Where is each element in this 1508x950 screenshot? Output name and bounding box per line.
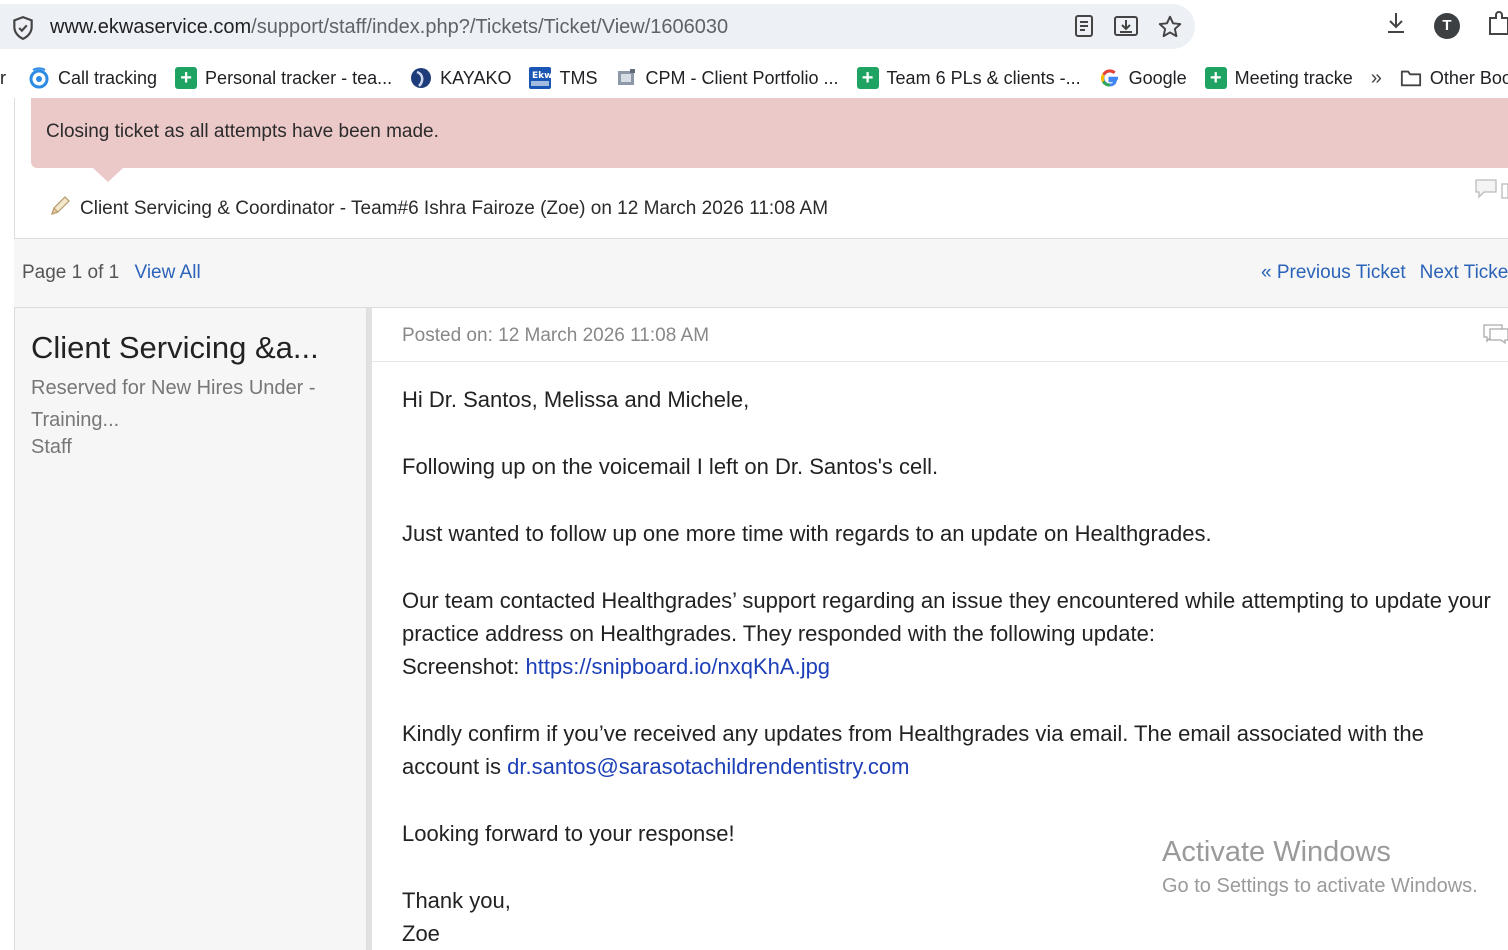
view-all-link[interactable]: View All (134, 262, 200, 283)
screenshot-label: Screenshot: (402, 654, 526, 679)
note-comment-icon[interactable] (1474, 179, 1508, 204)
browser-chrome: www.ekwaservice.com/support/staff/index.… (0, 0, 1508, 98)
bookmark-google[interactable]: Google (1099, 67, 1187, 89)
sheets-icon: + (1204, 67, 1227, 89)
post-author-type: Staff (31, 436, 72, 458)
other-bookmarks-folder[interactable]: Other Boo (1400, 67, 1508, 89)
note-text: Closing ticket as all attempts have been… (46, 121, 439, 142)
note-author-line: Client Servicing & Coordinator - Team#6 … (80, 198, 829, 219)
folder-icon (1400, 67, 1422, 89)
tms-icon: Ekw (529, 67, 552, 89)
watermark-subtitle: Go to Settings to activate Windows. (1162, 875, 1478, 897)
profile-avatar[interactable]: T (1434, 12, 1460, 39)
call-tracking-icon (28, 67, 50, 89)
bookmark-label: Team 6 PLs & clients -... (886, 67, 1081, 88)
bookmark-star-icon[interactable] (1157, 14, 1183, 45)
bookmark-label: CPM - Client Portfolio ... (645, 67, 839, 88)
note-left-border (14, 98, 15, 239)
bookmark-label: TMS (559, 67, 598, 88)
ticket-note: Closing ticket as all attempts have been… (31, 98, 1508, 168)
post-signature: Zoe (402, 921, 440, 946)
kayako-icon (410, 67, 432, 89)
bookmark-meeting-tracker[interactable]: + Meeting tracke (1204, 67, 1353, 89)
bookmark-team6[interactable]: + Team 6 PLs & clients -... (856, 67, 1081, 89)
url-path: /support/staff/index.php?/Tickets/Ticket… (251, 16, 729, 38)
ticket-pager: Page 1 of 1 View All « Previous Ticket Ne… (14, 239, 1508, 307)
next-ticket-link[interactable]: Next Ticke (1420, 262, 1508, 283)
url-host: www.ekwaservice.com (50, 16, 252, 38)
post-author-role: Reserved for New Hires Under - Training.… (31, 377, 316, 431)
note-meta: Client Servicing & Coordinator - Team#6 … (48, 194, 828, 224)
bookmark-clipped[interactable]: r (0, 68, 6, 89)
post-greeting: Hi Dr. Santos, Melissa and Michele, (402, 387, 750, 412)
other-bookmarks-label: Other Boo (1429, 67, 1508, 88)
post-paragraph: Our team contacted Healthgrades’ support… (402, 588, 1491, 646)
post-author-panel: Client Servicing &a... Reserved for New … (14, 308, 367, 950)
bookmark-label: Google (1128, 67, 1187, 88)
extensions-icon[interactable] (1486, 10, 1508, 41)
reader-mode-icon[interactable] (1073, 14, 1095, 45)
note-actions (1474, 178, 1508, 205)
google-icon (1099, 67, 1121, 89)
bookmark-personal-tracker[interactable]: + Personal tracker - tea... (175, 67, 392, 89)
email-link[interactable]: dr.santos@sarasotachildrendentistry.com (507, 754, 909, 779)
post-header-divider (372, 361, 1508, 362)
bookmark-cpm[interactable]: CPM - Client Portfolio ... (615, 67, 839, 89)
post-reply-icon[interactable] (1482, 322, 1508, 351)
bookmark-call-tracking[interactable]: Call tracking (28, 67, 157, 89)
screenshot-link[interactable]: https://snipboard.io/nxqKhA.jpg (526, 654, 831, 679)
address-bar[interactable]: www.ekwaservice.com/support/staff/index.… (0, 4, 1195, 49)
bookmarks-bar: r Call tracking + Personal tracker - tea… (0, 60, 1508, 96)
bookmark-tms[interactable]: Ekw TMS (529, 67, 597, 89)
sheets-icon: + (856, 67, 879, 89)
note-pencil-icon (48, 194, 72, 224)
previous-ticket-link[interactable]: « Previous Ticket (1261, 262, 1406, 283)
posted-on-date: Posted on: 12 March 2026 11:08 AM (402, 325, 710, 346)
url-text[interactable]: www.ekwaservice.com/support/staff/index.… (50, 16, 728, 39)
cpm-icon (615, 67, 637, 89)
watermark-title: Activate Windows (1162, 836, 1391, 868)
post-paragraph: Just wanted to follow up one more time w… (402, 521, 1212, 546)
page-indicator: Page 1 of 1 (22, 262, 120, 283)
downloads-icon[interactable] (1384, 10, 1408, 41)
bookmark-label: Personal tracker - tea... (205, 67, 393, 88)
bookmark-label: KAYAKO (440, 67, 512, 88)
site-security-icon[interactable] (10, 15, 36, 46)
bookmark-label: Call tracking (58, 67, 158, 88)
svg-text:Ekw: Ekw (532, 71, 551, 81)
install-app-icon[interactable] (1113, 14, 1139, 45)
post-author-name: Client Servicing &a... (31, 330, 319, 365)
post-paragraph: Following up on the voicemail I left on … (402, 454, 939, 479)
more-bookmarks-icon[interactable]: » (1371, 67, 1382, 90)
note-pointer (93, 168, 123, 182)
bookmark-kayako[interactable]: KAYAKO (410, 67, 511, 89)
screenshot-line: Screenshot: https://snipboard.io/nxqKhA.… (402, 650, 1492, 683)
sheets-icon: + (175, 67, 198, 89)
post-paragraph: Kindly confirm if you’ve received any up… (402, 717, 1492, 783)
bookmark-label: Meeting tracke (1234, 67, 1353, 88)
activate-windows-watermark: Activate Windows Go to Settings to activ… (1162, 836, 1478, 898)
